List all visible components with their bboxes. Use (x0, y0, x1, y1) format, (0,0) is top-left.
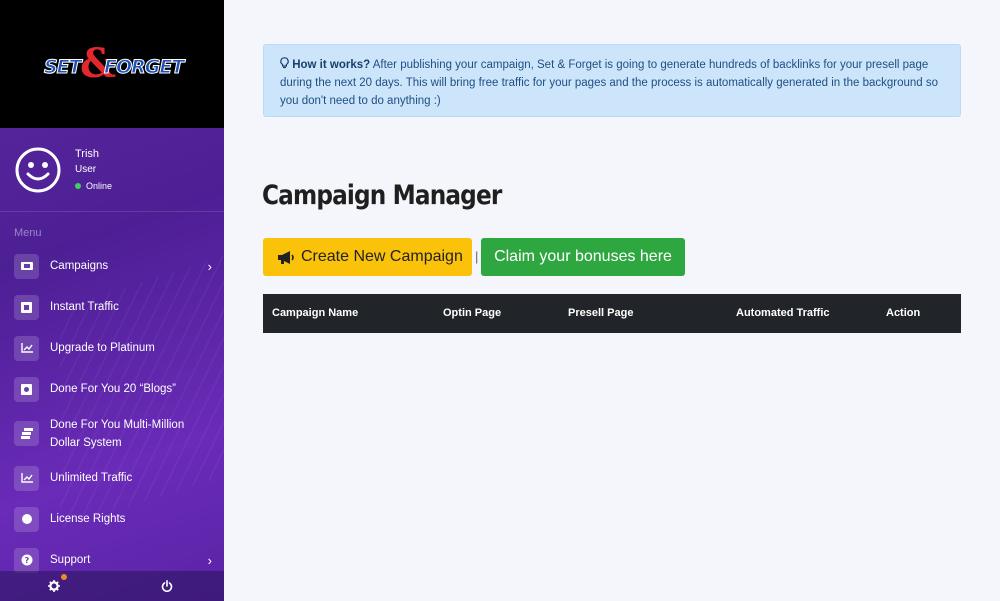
sidebar-item-done-for-you-system[interactable]: Done For You Multi-Million Dollar System (0, 416, 224, 452)
user-status-label: Online (86, 181, 113, 191)
sidebar: SET & FORGET Trish User Online Menu Camp… (0, 0, 224, 601)
traffic-icon (14, 294, 39, 320)
claim-bonuses-label: Claim your bonuses here (494, 248, 672, 265)
logout-button[interactable] (157, 576, 177, 596)
create-new-campaign-label: Create New Campaign (301, 248, 463, 265)
sidebar-footer (0, 571, 224, 601)
column-optin-page[interactable]: Optin Page (443, 307, 501, 319)
sidebar-item-label: Support (50, 554, 91, 566)
gear-icon (48, 580, 60, 592)
column-campaign-name[interactable]: Campaign Name (272, 307, 358, 319)
alert-title: How it works? (292, 59, 371, 71)
sidebar-item-license-rights[interactable]: License Rights (0, 501, 224, 537)
button-separator: | (475, 249, 479, 264)
page-title: Campaign Manager (262, 180, 502, 211)
blog-icon (14, 376, 39, 402)
campaigns-icon (14, 253, 39, 279)
logo-area: SET & FORGET (0, 0, 224, 128)
smiley-avatar-icon (15, 147, 61, 193)
megaphone-icon (278, 250, 294, 264)
power-icon (161, 580, 173, 592)
sidebar-item-campaigns[interactable]: Campaigns › (0, 248, 224, 284)
campaign-table-header: Campaign Name Optin Page Presell Page Au… (263, 294, 961, 333)
sidebar-item-done-for-you-blogs[interactable]: Done For You 20 “Blogs” (0, 371, 224, 407)
help-icon: ? (14, 547, 39, 573)
sidebar-item-label: Done For You 20 “Blogs” (50, 383, 176, 395)
alert-text: After publishing your campaign, Set & Fo… (280, 59, 939, 107)
sidebar-item-label: Unlimited Traffic (50, 472, 133, 484)
online-dot-icon (75, 183, 81, 189)
user-role: User (75, 164, 97, 175)
sidebar-item-upgrade-to-platinum[interactable]: Upgrade to Platinum (0, 330, 224, 366)
stack-icon (14, 421, 39, 446)
sidebar-item-label: Campaigns (50, 260, 109, 272)
set-and-forget-logo[interactable]: SET & FORGET (42, 40, 185, 87)
sidebar-item-label: Upgrade to Platinum (50, 342, 155, 354)
sidebar-item-label: Instant Traffic (50, 301, 119, 313)
how-it-works-alert: How it works? After publishing your camp… (263, 44, 961, 117)
user-panel: Trish User Online (0, 128, 224, 212)
claim-bonuses-button[interactable]: Claim your bonuses here (481, 238, 685, 276)
user-name: Trish (75, 148, 100, 160)
sidebar-item-label: Done For You Multi-Million Dollar System (50, 419, 185, 449)
sidebar-item-label: License Rights (50, 513, 126, 525)
user-status: Online (75, 181, 112, 191)
chevron-right-icon: › (207, 258, 212, 274)
column-automated-traffic[interactable]: Automated Traffic (736, 307, 830, 319)
chart-icon (14, 335, 39, 361)
notification-dot-icon (61, 574, 67, 580)
sidebar-item-instant-traffic[interactable]: Instant Traffic (0, 289, 224, 325)
column-presell-page[interactable]: Presell Page (568, 307, 633, 319)
svg-text:?: ? (24, 556, 29, 565)
column-action[interactable]: Action (886, 307, 920, 319)
menu-label: Menu (14, 227, 42, 239)
chart-icon (14, 465, 39, 491)
lightbulb-icon (280, 56, 289, 74)
logo-forget-text: FORGET (103, 56, 184, 79)
create-new-campaign-button[interactable]: Create New Campaign (263, 238, 472, 276)
chevron-right-icon: › (207, 552, 212, 568)
sidebar-item-unlimited-traffic[interactable]: Unlimited Traffic (0, 460, 224, 496)
logo-set-text: SET (44, 56, 83, 79)
badge-icon (14, 506, 39, 532)
